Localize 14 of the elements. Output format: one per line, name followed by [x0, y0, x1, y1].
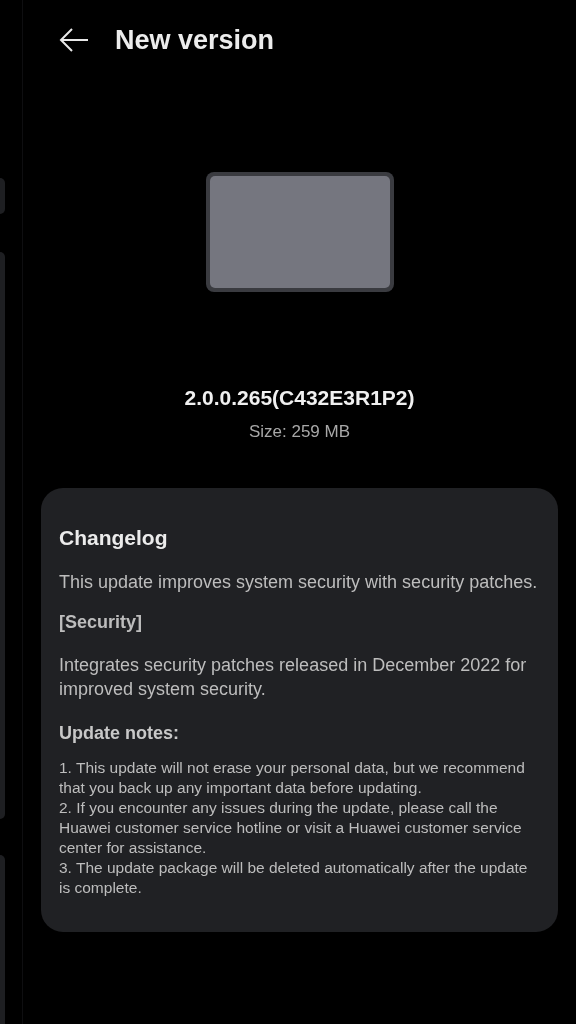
tablet-icon [203, 170, 396, 294]
package-size: Size: 259 MB [247, 422, 352, 442]
section-text: Integrates security patches released in December 2022 for improved system security. [59, 654, 528, 701]
version-number: 2.0.0.265(C432E3R1P2) [183, 386, 416, 410]
notes-title: Update notes: [59, 723, 180, 744]
update-note: 1. This update will not erase your personal data, but we recommend that you back up any important data before updating. [59, 758, 526, 798]
back-arrow-icon[interactable] [59, 27, 89, 53]
changelog-title: Changelog [59, 526, 169, 550]
update-note: 3. The update package will be deleted automatically after the update is complete. [59, 858, 529, 898]
side-panel-edge [0, 178, 5, 214]
section-title: [Security] [59, 612, 144, 633]
update-note: 2. If you encounter any issues during the update, please call the Huawei customer service hotline or visit a Huawei customer service center for assistance. [59, 798, 523, 858]
page-title: New version [115, 24, 275, 56]
changelog-summary: This update improves system security with security patches. [59, 571, 539, 594]
